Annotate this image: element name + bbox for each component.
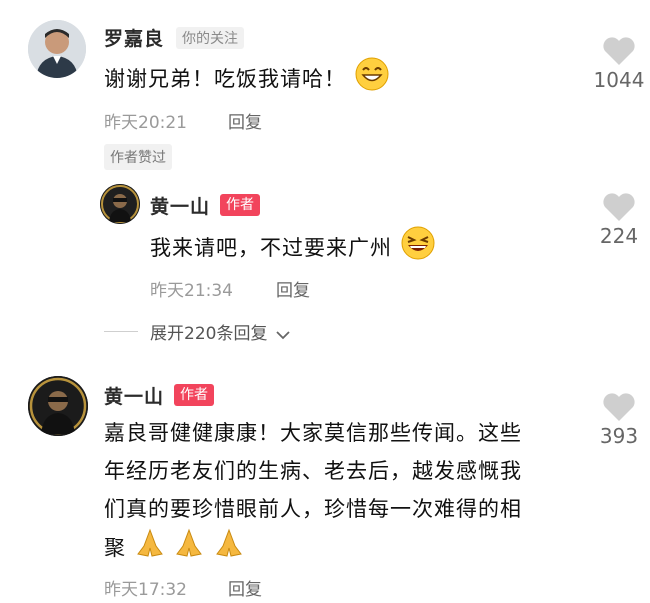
praying-hands-emoji-icon bbox=[213, 528, 245, 570]
comment-text-content: 谢谢兄弟！吃饭我请哈！ bbox=[104, 67, 346, 91]
avatar[interactable] bbox=[28, 376, 88, 436]
like-button[interactable]: 224 bbox=[579, 192, 650, 248]
like-count: 1044 bbox=[593, 68, 645, 92]
author-badge: 作者 bbox=[174, 384, 214, 406]
comment-text-line: 聚 bbox=[104, 528, 574, 570]
laugh-emoji-icon bbox=[400, 225, 436, 273]
following-badge: 你的关注 bbox=[176, 27, 244, 49]
comment-time: 昨天17:32 bbox=[104, 580, 187, 600]
comment-time: 昨天21:34 bbox=[150, 281, 233, 301]
like-count: 393 bbox=[599, 424, 639, 448]
comment-text-content: 聚 bbox=[104, 536, 126, 560]
smile-emoji-icon bbox=[354, 56, 390, 104]
comment-text: 谢谢兄弟！吃饭我请哈！ bbox=[104, 56, 390, 104]
avatar[interactable] bbox=[28, 20, 86, 78]
comment-text-line: 嘉良哥健健康康！大家莫信那些传闻。这些 bbox=[104, 421, 522, 445]
praying-hands-emoji-icon bbox=[173, 528, 205, 570]
person-avatar-icon bbox=[28, 376, 88, 436]
reply-button[interactable]: 回复 bbox=[276, 276, 310, 301]
divider bbox=[104, 331, 138, 332]
heart-icon bbox=[603, 393, 635, 421]
heart-icon bbox=[603, 193, 635, 221]
like-count: 224 bbox=[599, 224, 639, 248]
comment-text-line: 年经历老友们的生病、老去后，越发感慨我 bbox=[104, 459, 522, 483]
chevron-down-icon bbox=[275, 330, 290, 339]
person-avatar-icon bbox=[100, 184, 140, 224]
comment-text-line: 们真的要珍惜眼前人，珍惜每一次难得的相 bbox=[104, 497, 522, 521]
comment-time: 昨天20:21 bbox=[104, 113, 187, 133]
praying-hands-emoji-icon bbox=[134, 528, 166, 570]
comment-text: 我来请吧，不过要来广州 bbox=[150, 225, 436, 273]
like-button[interactable]: 1044 bbox=[579, 36, 650, 92]
author-liked-badge: 作者赞过 bbox=[104, 144, 172, 170]
author-badge: 作者 bbox=[220, 194, 260, 216]
comment-author-name[interactable]: 黄一山 bbox=[150, 192, 210, 219]
expand-replies-button[interactable]: 展开220条回复 bbox=[150, 319, 291, 344]
like-button[interactable]: 393 bbox=[579, 392, 650, 448]
reply-button[interactable]: 回复 bbox=[228, 575, 262, 600]
comment-author-name[interactable]: 黄一山 bbox=[104, 382, 164, 409]
comment-text: 嘉良哥健健康康！大家莫信那些传闻。这些 年经历老友们的生病、老去后，越发感慨我 … bbox=[104, 414, 574, 570]
person-avatar-icon bbox=[28, 20, 86, 78]
expand-replies-label: 展开220条回复 bbox=[150, 324, 268, 344]
heart-icon bbox=[603, 37, 635, 65]
avatar[interactable] bbox=[100, 184, 140, 224]
reply-button[interactable]: 回复 bbox=[228, 108, 262, 133]
comment-author-name[interactable]: 罗嘉良 bbox=[104, 24, 164, 51]
comment-text-content: 我来请吧，不过要来广州 bbox=[150, 236, 392, 260]
